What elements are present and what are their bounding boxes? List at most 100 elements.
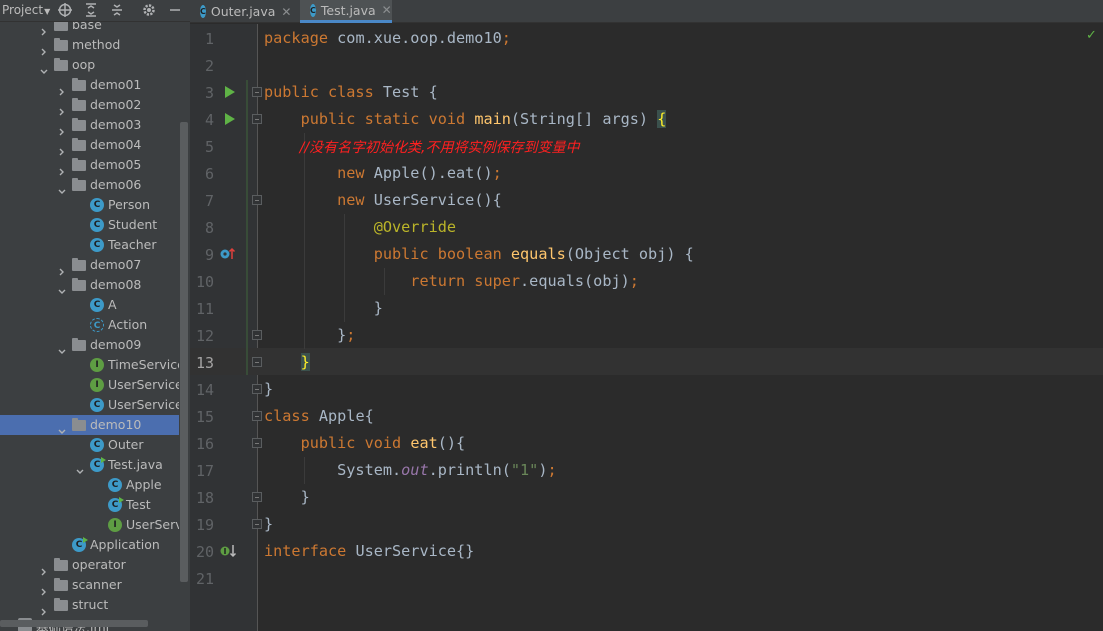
tab-test-java[interactable]: C Test.java ✕ (300, 0, 392, 23)
tree-item[interactable]: C Apple (0, 475, 190, 495)
code-line-6[interactable]: new Apple().eat(); (264, 164, 502, 182)
code-line-15[interactable]: class Apple{ (264, 407, 374, 425)
tree-item[interactable]: demo03 (0, 115, 190, 136)
fold-marker[interactable] (252, 411, 262, 421)
chevron-right-icon[interactable] (40, 561, 48, 576)
tree-item[interactable]: C Test.java (0, 455, 190, 475)
chevron-right-icon[interactable] (58, 81, 66, 96)
tree-item[interactable]: demo09 (0, 335, 190, 355)
tree-item[interactable]: oop (0, 55, 190, 75)
close-icon[interactable]: ✕ (382, 3, 392, 17)
code-token: new (264, 164, 374, 182)
code-token: com.xue.oop.demo10 (337, 29, 502, 47)
code-line-7[interactable]: new UserService(){ (264, 191, 502, 209)
fold-marker[interactable] (252, 87, 262, 97)
code-line-4[interactable]: public static void main(String[] args) { (264, 110, 667, 128)
project-view-dropdown[interactable]: Project▼ (2, 3, 50, 17)
tree-item[interactable]: C Student (0, 215, 190, 235)
code-line-14[interactable]: } (264, 380, 273, 398)
code-line-16[interactable]: public void eat(){ (264, 434, 466, 452)
fold-marker[interactable] (252, 438, 262, 448)
tree-item[interactable]: C Teacher (0, 235, 190, 255)
chevron-down-icon[interactable] (58, 341, 66, 354)
class-icon: C (90, 398, 104, 412)
fold-marker[interactable] (252, 492, 262, 502)
code-line-20[interactable]: interface UserService{} (264, 542, 474, 560)
chevron-right-icon[interactable] (40, 21, 48, 36)
code-line-17[interactable]: System.out.println("1"); (264, 461, 557, 479)
tree-item[interactable]: C Application (0, 535, 190, 555)
tree-item[interactable]: demo05 (0, 155, 190, 176)
tree-item[interactable]: I TimeService (0, 355, 190, 375)
chevron-right-icon[interactable] (40, 41, 48, 56)
chevron-down-icon[interactable] (58, 281, 66, 294)
class-icon: C (90, 438, 104, 452)
fold-marker[interactable] (252, 330, 262, 340)
tree-item[interactable]: struct (0, 595, 190, 616)
tree-item[interactable]: method (0, 35, 190, 56)
tree-item[interactable]: CA (0, 295, 190, 315)
tree-item[interactable]: demo02 (0, 95, 190, 116)
run-icon[interactable] (225, 86, 235, 98)
chevron-right-icon[interactable] (40, 581, 48, 596)
check-icon[interactable]: ✓ (1086, 28, 1097, 43)
code-line-9[interactable]: public boolean equals(Object obj) { (264, 245, 694, 263)
gear-icon[interactable] (140, 1, 158, 19)
code-token: return super (264, 272, 521, 290)
tree-item[interactable]: C Action (0, 315, 190, 335)
fold-marker[interactable] (252, 195, 262, 205)
code-line-12[interactable]: }; (264, 326, 355, 344)
tree-item[interactable]: demo04 (0, 135, 190, 156)
tree-item[interactable]: demo06 (0, 175, 190, 195)
code-line-8[interactable]: @Override (264, 218, 456, 236)
chevron-right-icon[interactable] (40, 601, 48, 616)
chevron-down-icon[interactable] (76, 461, 84, 474)
chevron-right-icon[interactable] (58, 101, 66, 116)
chevron-right-icon[interactable] (58, 261, 66, 276)
tree-item[interactable]: I UserServic (0, 515, 190, 535)
fold-marker[interactable] (252, 114, 262, 124)
sidebar-scrollbar[interactable] (180, 122, 188, 582)
override-icon[interactable] (220, 247, 236, 264)
tree-item[interactable]: C Test (0, 495, 190, 515)
tree-item[interactable]: demo08 (0, 275, 190, 295)
crosshair-icon[interactable] (56, 1, 74, 19)
code-line-11[interactable]: } (264, 299, 383, 317)
tree-item[interactable]: scanner (0, 575, 190, 596)
fold-marker[interactable] (252, 384, 262, 394)
fold-marker[interactable] (252, 519, 262, 529)
run-icon[interactable] (225, 113, 235, 125)
chevron-right-icon[interactable] (58, 121, 66, 136)
code-token: (Object obj) { (565, 245, 694, 263)
code-token: new (264, 191, 374, 209)
minimize-icon[interactable] (166, 1, 184, 19)
chevron-right-icon[interactable] (58, 161, 66, 176)
tree-item[interactable]: C UserServiceIm (0, 395, 190, 415)
sidebar-horizontal-scrollbar[interactable] (0, 620, 148, 627)
tree-item[interactable]: demo10 (0, 415, 190, 435)
tree-item[interactable]: C Outer (0, 435, 190, 455)
chevron-down-icon[interactable] (58, 181, 66, 194)
expand-all-icon[interactable] (82, 1, 100, 19)
chevron-down-icon[interactable] (58, 421, 66, 434)
chevron-down-icon[interactable] (40, 61, 48, 74)
tab-outer-java[interactable]: C Outer.java ✕ (190, 0, 298, 23)
collapse-all-icon[interactable] (108, 1, 126, 19)
chevron-right-icon[interactable] (58, 141, 66, 156)
close-icon[interactable]: ✕ (281, 5, 291, 19)
code-line-1[interactable]: package com.xue.oop.demo10; (264, 29, 511, 47)
code-line-13[interactable]: } (264, 353, 310, 371)
code-line-18[interactable]: } (264, 488, 310, 506)
code-line-10[interactable]: return super.equals(obj); (264, 272, 639, 290)
tree-item[interactable]: I UserService (0, 375, 190, 395)
tree-item[interactable]: C Person (0, 195, 190, 215)
implementations-icon[interactable] (220, 544, 238, 561)
code-line-3[interactable]: public class Test { (264, 83, 438, 101)
tree-item[interactable]: demo07 (0, 255, 190, 276)
tree-item[interactable]: demo01 (0, 75, 190, 96)
code-line-19[interactable]: } (264, 515, 273, 533)
code-token: public class (264, 83, 383, 101)
tree-item[interactable]: operator (0, 555, 190, 576)
fold-marker[interactable] (252, 357, 262, 367)
code-line-5[interactable]: //没有名字初始化类,不用将实例保存到变量中 (264, 137, 580, 157)
